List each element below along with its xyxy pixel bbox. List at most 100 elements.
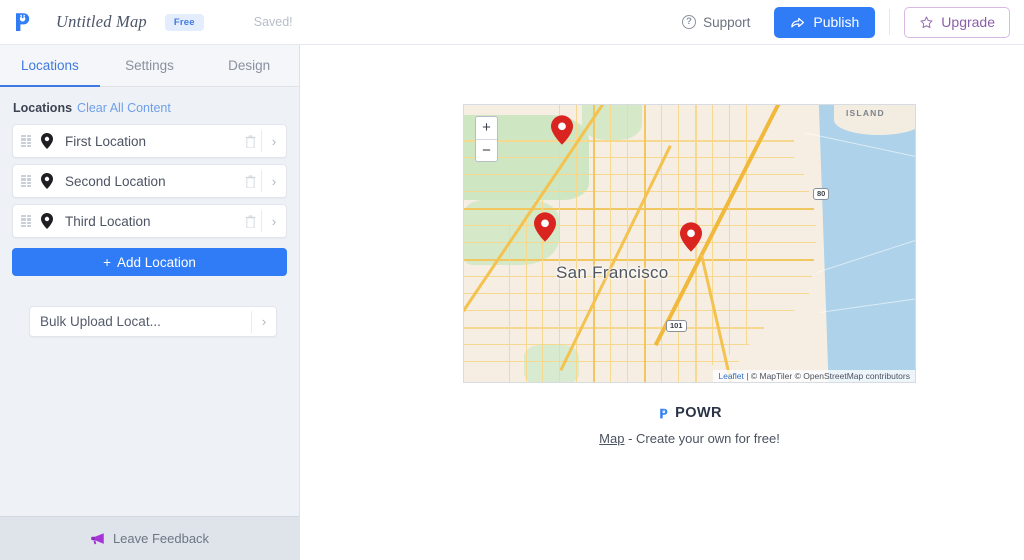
map-street — [464, 259, 814, 261]
add-location-button-label: Add Location — [117, 254, 196, 270]
map-street — [729, 105, 731, 355]
map-street — [678, 105, 680, 382]
drag-handle-icon[interactable] — [21, 215, 31, 227]
page-title[interactable]: Untitled Map — [56, 12, 147, 32]
map-city-label: San Francisco — [556, 263, 669, 282]
map-street — [464, 310, 794, 312]
add-location-button[interactable]: + Add Location — [12, 248, 287, 276]
trash-icon[interactable] — [239, 215, 261, 228]
map-marker[interactable] — [551, 115, 573, 145]
map-preview-canvas: ISLAND 80 101 San Francisco + − Leaflet … — [300, 45, 1024, 560]
powr-tagline-text: - Create your own for free! — [628, 431, 780, 446]
locations-section-header: Locations Clear All Content — [12, 101, 287, 115]
bulk-upload-locations-button[interactable]: Bulk Upload Locat... › — [29, 306, 277, 337]
map-street — [464, 174, 804, 176]
leave-feedback-label: Leave Feedback — [112, 531, 210, 546]
leaflet-link[interactable]: Leaflet — [718, 371, 744, 381]
support-button[interactable]: ? Support — [672, 9, 760, 36]
publish-button-label: Publish — [813, 14, 860, 30]
zoom-out-button[interactable]: − — [476, 139, 497, 161]
powr-logo-icon — [660, 408, 668, 418]
chevron-right-icon[interactable]: › — [262, 174, 286, 189]
map-street — [661, 105, 663, 382]
tab-design[interactable]: Design — [199, 45, 299, 86]
zoom-in-button[interactable]: + — [476, 117, 497, 139]
map-street — [464, 293, 809, 295]
map-attribution: Leaflet | © MapTiler © OpenStreetMap con… — [713, 370, 915, 382]
map-street — [464, 157, 794, 159]
tab-settings[interactable]: Settings — [100, 45, 200, 86]
upgrade-button-label: Upgrade — [941, 14, 995, 30]
table-row[interactable]: Third Location › — [12, 204, 287, 238]
map-street — [464, 191, 809, 193]
map-street — [593, 105, 595, 382]
chevron-right-icon[interactable]: › — [262, 214, 286, 229]
upgrade-button[interactable]: Upgrade — [904, 6, 1010, 38]
map-pin-icon — [41, 173, 57, 189]
map-street — [509, 225, 511, 382]
map-street — [559, 105, 561, 382]
map-street — [627, 105, 629, 382]
plan-badge: Free — [164, 13, 204, 31]
plus-icon: + — [103, 254, 112, 270]
list-item-label: Second Location — [65, 173, 166, 189]
map-marker[interactable] — [534, 212, 556, 242]
map-marker[interactable] — [680, 222, 702, 252]
leaflet-map[interactable]: ISLAND 80 101 San Francisco + − Leaflet … — [463, 104, 916, 383]
drag-handle-icon[interactable] — [21, 135, 31, 147]
app-header: Untitled Map Free Saved! ? Support Publi… — [0, 0, 1024, 45]
star-icon — [920, 16, 933, 28]
publish-button[interactable]: Publish — [774, 6, 876, 38]
tab-locations-label: Locations — [20, 58, 79, 73]
megaphone-icon — [91, 533, 104, 545]
app-body: Locations Settings Design Locations Clear… — [0, 45, 1024, 560]
powr-brand-line: POWR — [463, 405, 916, 421]
map-street — [610, 105, 612, 382]
header-actions: ? Support Publish Upgrade — [672, 6, 1010, 38]
map-street — [464, 225, 816, 227]
map-pin-icon — [41, 213, 57, 229]
save-status: Saved! — [253, 15, 293, 29]
powr-brand-label: POWR — [675, 405, 722, 421]
drag-handle-icon[interactable] — [21, 175, 31, 187]
clear-all-content-link[interactable]: Clear All Content — [77, 101, 171, 115]
map-street — [464, 344, 749, 346]
attribution-providers: © MapTiler © OpenStreetMap contributors — [750, 371, 910, 381]
bulk-upload-label: Bulk Upload Locat... — [40, 314, 161, 329]
map-product-link[interactable]: Map — [599, 431, 624, 446]
map-street — [464, 140, 794, 142]
support-button-label: Support — [703, 14, 751, 30]
chevron-right-icon[interactable]: › — [262, 134, 286, 149]
map-street — [526, 215, 528, 382]
map-zoom-controls: + − — [475, 116, 498, 162]
tab-settings-label: Settings — [125, 58, 174, 73]
trash-icon[interactable] — [239, 175, 261, 188]
list-item-label: First Location — [65, 133, 147, 149]
table-row[interactable]: Second Location › — [12, 164, 287, 198]
trash-icon[interactable] — [239, 135, 261, 148]
powr-tagline: Map - Create your own for free! — [463, 431, 916, 446]
map-street — [576, 105, 578, 382]
map-street — [464, 242, 816, 244]
map-island-label: ISLAND — [846, 108, 885, 118]
map-street — [464, 361, 739, 363]
map-landmass-south — [464, 275, 814, 382]
tab-locations[interactable]: Locations — [0, 45, 100, 87]
table-row[interactable]: First Location › — [12, 124, 287, 158]
locations-section-label: Locations — [13, 101, 73, 115]
list-item-label: Third Location — [65, 213, 151, 229]
powr-logo-icon[interactable] — [10, 10, 34, 34]
editor-sidebar: Locations Settings Design Locations Clear… — [0, 45, 300, 560]
app-root: Untitled Map Free Saved! ? Support Publi… — [0, 0, 1024, 560]
highway-shield-80: 80 — [813, 188, 830, 200]
locations-panel: Locations Clear All Content First Locatio… — [0, 87, 299, 516]
chevron-right-icon[interactable]: › — [252, 314, 276, 329]
sidebar-tabs: Locations Settings Design — [0, 45, 299, 87]
tab-design-label: Design — [228, 58, 271, 73]
leave-feedback-button[interactable]: Leave Feedback — [0, 516, 299, 560]
highway-shield-101: 101 — [666, 320, 687, 332]
map-street — [746, 105, 748, 345]
header-divider — [889, 9, 891, 35]
map-street — [644, 105, 646, 382]
map-pin-icon — [41, 133, 57, 149]
